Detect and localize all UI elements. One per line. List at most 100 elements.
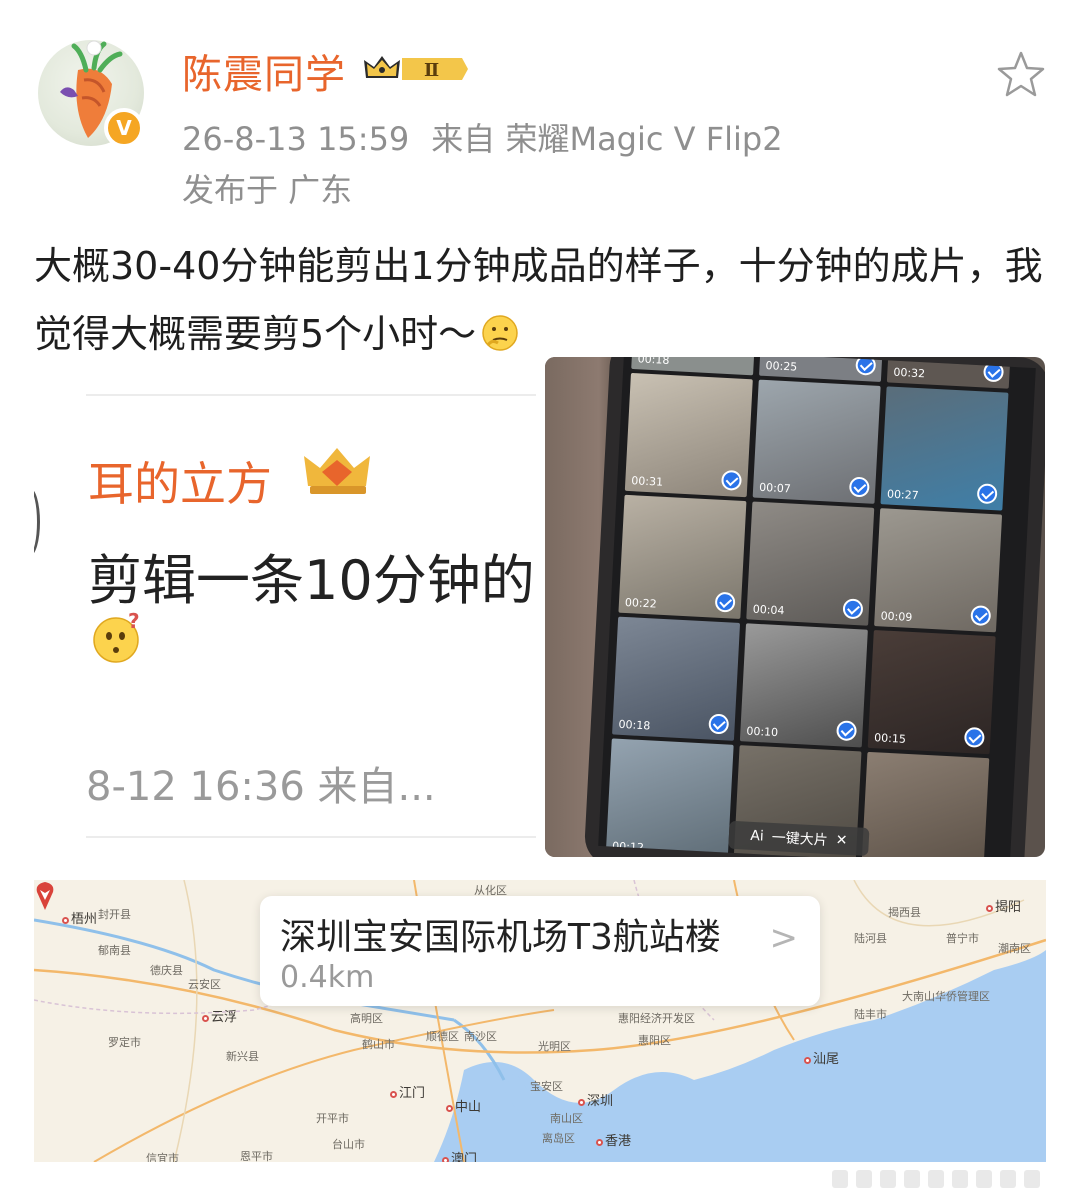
map-city-label: 深圳 [578, 1090, 613, 1109]
video-duration: 00:09 [880, 609, 913, 624]
checkmark-icon [848, 476, 870, 498]
place-card[interactable]: 深圳宝安国际机场T3航站楼 0.4km > [260, 896, 820, 1006]
author-name[interactable]: 陈震同学 [182, 42, 346, 100]
location-pin-icon [36, 882, 54, 910]
map-city-label: 香港 [596, 1130, 631, 1149]
confused-emoji-icon: ? [93, 610, 140, 663]
video-thumbnail: 00:18 [631, 357, 760, 376]
map-place-label: 大南山华侨管理区 [902, 990, 990, 1003]
post-meta: 26-8-13 15:59 来自 荣耀Magic V Flip2 [182, 114, 783, 160]
map-place-label: 揭西县 [888, 906, 921, 919]
map-place-label: 顺德区 [426, 1030, 459, 1043]
checkmark-icon [963, 726, 985, 748]
divider [86, 394, 536, 396]
post-source: 来自 荣耀Magic V Flip2 [431, 120, 783, 158]
svg-text:Ⅱ: Ⅱ [424, 60, 439, 81]
map-place-label: 台山市 [332, 1138, 365, 1151]
video-duration: 00:15 [873, 731, 907, 746]
post-photo[interactable]: 00:18 00:25 00:32 00:31 00:07 00:27 00:2… [545, 357, 1045, 857]
map-place-label: 云安区 [188, 978, 221, 991]
video-duration: 00:07 [758, 480, 792, 496]
video-duration: 00:32 [893, 365, 926, 381]
crown-badge-icon [304, 448, 370, 494]
star-icon[interactable] [996, 50, 1046, 98]
map-place-label: 惠阳经济开发区 [618, 1012, 695, 1025]
video-thumbnail: 00:27 [880, 386, 1009, 511]
chevron-right-icon: > [769, 918, 799, 958]
post-text-content: 大概30-40分钟能剪出1分钟成品的样子，十分钟的成片，我觉得大概需要剪5个小时… [34, 244, 1043, 356]
video-thumbnail: 00:12 [605, 738, 734, 857]
checkmark-icon [970, 605, 992, 627]
map-place-label: 潮南区 [998, 942, 1031, 955]
video-duration: 00:04 [752, 602, 785, 618]
video-thumbnail: 00:07 [752, 379, 881, 504]
map-city-label: 汕尾 [804, 1048, 839, 1067]
place-name: 深圳宝安国际机场T3航站楼 [280, 917, 721, 958]
quoted-screenshot[interactable]: 耳的立方 剪辑一条10分钟的 ? 8-12 16:36 来自... [34, 378, 536, 856]
map-place-label: 罗定市 [108, 1036, 141, 1049]
map-place-label: 开平市 [316, 1112, 349, 1125]
map-place-label: 陆丰市 [854, 1008, 887, 1021]
map-place-label: 郁南县 [98, 944, 131, 957]
ai-button-label: 一键大片 [771, 829, 829, 849]
divider [86, 836, 536, 838]
video-thumbnail: 00:22 [618, 494, 747, 620]
map-place-label: 光明区 [538, 1040, 571, 1053]
video-duration: 00:27 [886, 487, 920, 503]
video-thumbnail: 00:31 [624, 372, 753, 498]
map-place-label: 高明区 [350, 1012, 383, 1025]
video-duration: 00:10 [746, 724, 779, 740]
video-thumbnail: 00:04 [746, 501, 875, 626]
video-thumbnail: 00:10 [739, 623, 868, 748]
crown-badge-icon[interactable]: Ⅱ [362, 52, 468, 86]
close-icon[interactable]: ✕ [835, 832, 848, 849]
video-duration: 00:22 [624, 595, 657, 611]
map-place-label: 宝安区 [530, 1080, 563, 1093]
map-place-label: 南山区 [550, 1112, 583, 1125]
map-place-label: 德庆县 [150, 964, 183, 977]
map-city-label: 澳门 [442, 1148, 477, 1162]
video-duration: 00:25 [765, 358, 798, 374]
phone-screen: 00:18 00:25 00:32 00:31 00:07 00:27 00:2… [598, 357, 1036, 857]
location-map[interactable]: 从化区 梧州 封开县 揭西县 揭阳 郁南县 德庆县 云安区 陆河县 普宁市 潮南… [34, 880, 1046, 1162]
map-place-label: 南沙区 [464, 1030, 497, 1043]
map-place-label: 陆河县 [854, 932, 887, 945]
map-place-label: 惠阳区 [638, 1034, 671, 1047]
checkmark-icon [855, 357, 877, 376]
video-thumbnail: 00:18 [612, 616, 741, 741]
post-time: 26-8-13 15:59 [182, 120, 410, 158]
map-place-label: 新兴县 [226, 1050, 259, 1063]
cropped-avatar-edge [34, 488, 40, 556]
post-location: 发布于 广东 [182, 171, 353, 209]
quoted-time: 8-12 16:36 来自... [86, 764, 436, 810]
ai-tag: Ai [749, 827, 765, 845]
quoted-text: 剪辑一条10分钟的 [88, 549, 535, 612]
map-place-label: 离岛区 [542, 1132, 575, 1145]
map-city-label: 云浮 [202, 1006, 237, 1025]
checkmark-icon [721, 469, 743, 491]
video-thumbnail: 00:15 [867, 630, 996, 755]
checkmark-icon [714, 591, 736, 613]
verified-icon: V [104, 108, 144, 148]
quoted-author: 耳的立方 [88, 457, 272, 511]
video-thumbnail: 00:09 [874, 508, 1003, 633]
map-city-label: 江门 [390, 1082, 425, 1101]
map-place-label: 信宜市 [146, 1152, 179, 1162]
video-duration: 00:31 [631, 474, 664, 489]
video-thumbnail: 00:25 [759, 357, 888, 383]
svg-text:?: ? [128, 610, 140, 633]
map-city-label: 梧州 [62, 908, 97, 927]
video-thumbnail [861, 751, 990, 857]
watermark [832, 1170, 1040, 1188]
video-duration: 00:18 [618, 717, 651, 733]
checkmark-icon [976, 483, 998, 505]
video-duration: 00:18 [637, 357, 670, 367]
checkmark-icon [836, 720, 858, 742]
map-city-label: 揭阳 [986, 896, 1021, 915]
post-text: 大概30-40分钟能剪出1分钟成品的样子，十分钟的成片，我觉得大概需要剪5个小时… [34, 232, 1044, 368]
checkmark-icon [842, 598, 864, 620]
place-distance: 0.4km [280, 960, 375, 995]
map-city-label: 中山 [446, 1096, 481, 1115]
map-place-label: 鹤山市 [362, 1038, 395, 1051]
thinking-emoji-icon [482, 315, 518, 351]
